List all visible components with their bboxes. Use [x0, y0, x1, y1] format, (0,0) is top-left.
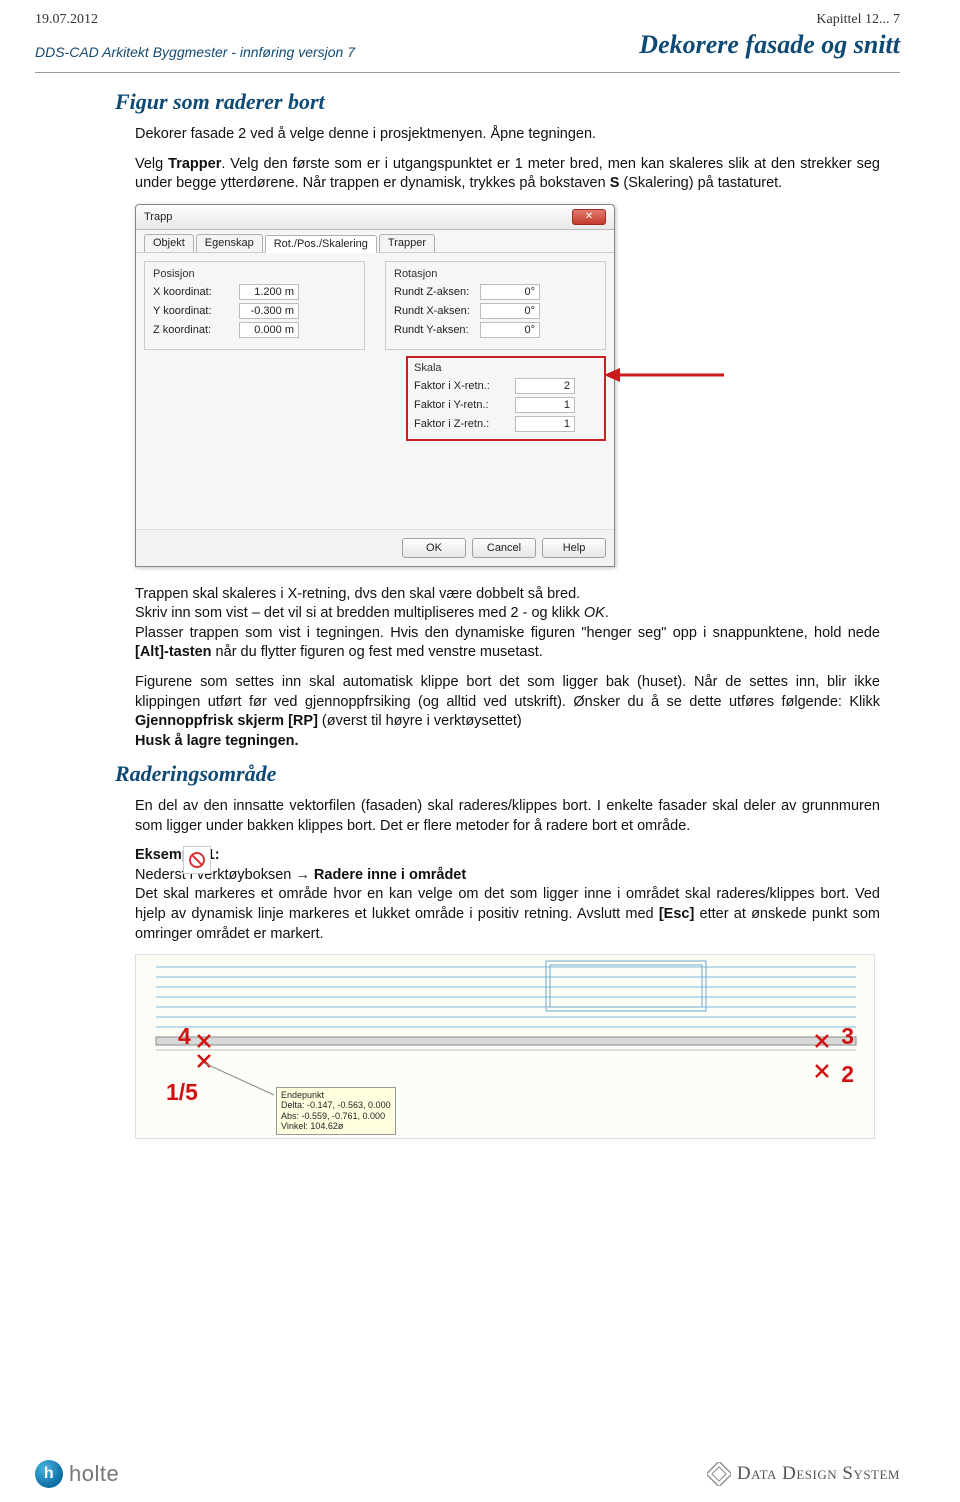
kw-trapper: Trapper [168, 156, 221, 172]
coordinate-tooltip: Endepunkt Delta: -0.147, -0.563, 0.000 A… [276, 1087, 396, 1134]
para-5: En del av den innsatte vektorfilen (fasa… [135, 797, 880, 836]
arrow-icon [604, 363, 734, 387]
close-icon[interactable]: ✕ [572, 209, 606, 225]
tab-egenskap[interactable]: Egenskap [196, 234, 263, 252]
z-koordinat-input[interactable]: 0.000 m [239, 322, 299, 338]
holte-logo: h holte [35, 1460, 119, 1488]
point-label-3: 3 [841, 1023, 854, 1050]
heading-radering: Raderingsområde [115, 761, 880, 787]
dialog-trapp: Trapp ✕ Objekt Egenskap Rot./Pos./Skaler… [135, 204, 615, 567]
section-title: Dekorere fasade og snitt [639, 30, 900, 60]
tab-rot-pos-skalering[interactable]: Rot./Pos./Skalering [265, 235, 377, 253]
dds-icon [707, 1462, 731, 1486]
cancel-button[interactable]: Cancel [472, 538, 536, 558]
rundt-y-input[interactable]: 0° [480, 322, 540, 338]
point-label-2: 2 [841, 1061, 854, 1088]
help-button[interactable]: Help [542, 538, 606, 558]
faktor-x-input[interactable]: 2 [515, 378, 575, 394]
dialog-title: Trapp [144, 211, 172, 223]
product-title: DDS-CAD Arkitekt Byggmester - innføring … [35, 44, 355, 60]
kw-alt: [Alt]-tasten [135, 644, 212, 660]
para-eksempel-1: Eksempel 1: Nederst i verktøyboksen → Ra… [135, 846, 880, 944]
kw-lagre: Husk å lagre tegningen. [135, 733, 299, 749]
point-label-4: 4 [178, 1023, 191, 1050]
fieldset-skala: Skala Faktor i X-retn.:2 Faktor i Y-retn… [406, 356, 606, 441]
holte-icon: h [35, 1460, 63, 1488]
y-koordinat-input[interactable]: -0.300 m [239, 303, 299, 319]
para-2: Velg Trapper. Velg den første som er i u… [135, 155, 880, 194]
para-1: Dekorer fasade 2 ved å velge denne i pro… [135, 125, 880, 145]
dds-logo: Data Design System [707, 1462, 900, 1486]
para-4: Figurene som settes inn skal automatisk … [135, 673, 880, 751]
tab-objekt[interactable]: Objekt [144, 234, 194, 252]
header-divider [35, 72, 900, 73]
kw-rp: Gjennoppfrisk skjerm [RP] [135, 713, 318, 729]
facade-drawing: 1/5 2 3 4 Endepunkt Delta: -0.147, -0.56… [135, 954, 875, 1139]
point-label-1-5: 1/5 [166, 1079, 198, 1106]
eraser-tool-icon[interactable] [183, 846, 211, 874]
x-koordinat-input[interactable]: 1.200 m [239, 284, 299, 300]
header-chapter: Kapittel 12... 7 [816, 12, 900, 28]
para-3: Trappen skal skaleres i X-retning, dvs d… [135, 585, 880, 663]
fieldset-posisjon: Posisjon X koordinat:1.200 m Y koordinat… [144, 261, 365, 350]
ok-button[interactable]: OK [402, 538, 466, 558]
header-date: 19.07.2012 [35, 12, 98, 28]
rundt-x-input[interactable]: 0° [480, 303, 540, 319]
kw-s: S [610, 175, 620, 191]
heading-figur: Figur som raderer bort [115, 89, 880, 115]
faktor-z-input[interactable]: 1 [515, 416, 575, 432]
faktor-y-input[interactable]: 1 [515, 397, 575, 413]
fieldset-rotasjon: Rotasjon Rundt Z-aksen:0° Rundt X-aksen:… [385, 261, 606, 350]
rundt-z-input[interactable]: 0° [480, 284, 540, 300]
tab-trapper[interactable]: Trapper [379, 234, 435, 252]
